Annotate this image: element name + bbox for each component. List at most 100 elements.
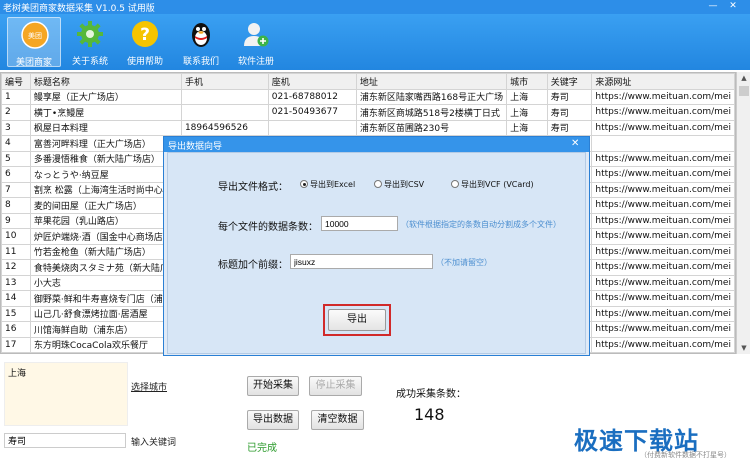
radio-vcf[interactable]: 导出到VCF (VCard) bbox=[451, 179, 534, 190]
table-cell: 021-68788012 bbox=[267, 88, 357, 105]
radio-vcf-label: 导出到VCF (VCard) bbox=[461, 180, 534, 189]
toolbar-contact[interactable]: 联系我们 bbox=[174, 17, 228, 67]
watermark-subtitle: （付费新软件数据不打星号） bbox=[640, 451, 731, 459]
toolbar-meituan-merchants[interactable]: 美团 美团商家 bbox=[7, 17, 61, 68]
table-cell: 食特美烧肉スタミナ苑（新大陆广场 bbox=[29, 259, 182, 276]
column-header[interactable]: 手机 bbox=[180, 73, 269, 90]
title-prefix-hint: （不加请留空） bbox=[436, 258, 492, 267]
table-cell: 苹果花园（乳山路店） bbox=[29, 212, 182, 229]
toolbar-label: 使用帮助 bbox=[126, 57, 163, 67]
scroll-down-icon[interactable]: ▼ bbox=[737, 342, 750, 354]
column-header[interactable]: 地址 bbox=[355, 73, 508, 90]
title-bar: 老树美团商家数据采集 V1.0.5 试用版 — ✕ bbox=[0, 0, 750, 14]
table-cell bbox=[267, 119, 357, 136]
table-row[interactable]: 2 横丁•烹鳗屋 021-50493677 浦东新区商城路518号2楼横丁日式 上海 寿司… bbox=[1, 104, 735, 121]
main-toolbar: 美团 美团商家 关于系统 ? 使用帮助 联系我们 软件注册 bbox=[0, 14, 750, 70]
radio-unselected-icon bbox=[451, 180, 459, 188]
status-text: 已完成 bbox=[247, 443, 277, 454]
close-button[interactable]: ✕ bbox=[726, 0, 740, 13]
title-prefix-input[interactable] bbox=[290, 254, 433, 269]
export-button-highlight: 导出 bbox=[323, 304, 391, 336]
table-cell: https://www.meituan.com/mei bbox=[591, 119, 735, 136]
scroll-thumb[interactable] bbox=[739, 86, 749, 96]
column-header[interactable]: 标题名称 bbox=[29, 73, 182, 90]
dialog-title: 导出数据向导 bbox=[168, 142, 223, 152]
table-cell: 4 bbox=[1, 135, 31, 152]
column-header[interactable]: 座机 bbox=[267, 73, 357, 90]
table-cell: https://www.meituan.com/mei bbox=[591, 181, 735, 198]
qq-penguin-icon bbox=[192, 23, 210, 47]
table-cell: なっとうや·纳豆屋 bbox=[29, 166, 182, 183]
table-cell: 东方明珠CocaCola欢乐餐厅 bbox=[29, 336, 182, 353]
stop-collect-button[interactable]: 停止采集 bbox=[309, 376, 362, 396]
per-file-count-input[interactable] bbox=[321, 216, 398, 231]
dialog-body: 导出文件格式： 导出到Excel 导出到CSV 导出到VCF (VCard) 每… bbox=[167, 152, 586, 354]
table-cell: 寿司 bbox=[546, 104, 593, 121]
title-prefix-label: 标题加个前缀： bbox=[218, 260, 288, 271]
start-collect-button[interactable]: 开始采集 bbox=[247, 376, 299, 396]
table-cell bbox=[180, 88, 269, 105]
radio-csv-label: 导出到CSV bbox=[384, 180, 425, 189]
table-cell: 浦东新区商城路518号2楼横丁日式 bbox=[355, 104, 508, 121]
table-cell: 12 bbox=[1, 259, 31, 276]
radio-csv[interactable]: 导出到CSV bbox=[374, 179, 424, 190]
table-cell: 横丁•烹鳗屋 bbox=[29, 104, 182, 121]
meituan-logo-icon: 美团 bbox=[21, 21, 49, 49]
table-cell: 3 bbox=[1, 119, 31, 136]
scroll-up-icon[interactable]: ▲ bbox=[737, 72, 750, 84]
table-cell: 18964596526 bbox=[180, 119, 269, 136]
export-data-button[interactable]: 导出数据 bbox=[247, 410, 299, 430]
select-city-link[interactable]: 选择城市 bbox=[131, 380, 167, 393]
table-cell: 15 bbox=[1, 305, 31, 322]
vertical-scrollbar[interactable]: ▲ ▼ bbox=[736, 72, 750, 354]
table-cell bbox=[180, 104, 269, 121]
keyword-input[interactable] bbox=[4, 433, 126, 448]
toolbar-about-system[interactable]: 关于系统 bbox=[63, 17, 117, 67]
table-cell: 寿司 bbox=[546, 119, 593, 136]
table-cell: https://www.meituan.com/mei bbox=[591, 150, 735, 167]
clear-data-button[interactable]: 清空数据 bbox=[311, 410, 364, 430]
column-header[interactable]: 编号 bbox=[1, 73, 31, 90]
svg-text:美团: 美团 bbox=[28, 31, 42, 40]
table-cell: 浦东新区陆家嘴西路168号正大广场 bbox=[355, 88, 508, 105]
toolbar-label: 关于系统 bbox=[71, 57, 108, 67]
column-header[interactable]: 来源网址 bbox=[591, 73, 735, 90]
table-row[interactable]: 1 鳗享屋（正大广场店） 021-68788012 浦东新区陆家嘴西路168号正大广场… bbox=[1, 88, 735, 105]
toolbar-register[interactable]: 软件注册 bbox=[229, 17, 283, 67]
table-cell: https://www.meituan.com/mei bbox=[591, 305, 735, 322]
radio-excel[interactable]: 导出到Excel bbox=[300, 179, 355, 190]
table-cell: 多番漫悟稚食（新大陆广场店） bbox=[29, 150, 182, 167]
dialog-export-button[interactable]: 导出 bbox=[328, 309, 386, 331]
selected-city: 上海 bbox=[8, 369, 27, 379]
table-cell bbox=[591, 135, 735, 152]
table-cell: 川馆海鲜自助（浦东店） bbox=[29, 321, 182, 338]
table-cell: 11 bbox=[1, 243, 31, 260]
toolbar-label: 美团商家 bbox=[15, 58, 52, 68]
table-cell: 10 bbox=[1, 228, 31, 245]
city-list[interactable]: 上海 bbox=[4, 362, 128, 426]
table-cell: 五月罗马海鲜自助餐厅（陆家嘴店 bbox=[29, 352, 182, 353]
table-cell: 竹若金枪鱼（新大陆广场店） bbox=[29, 243, 182, 260]
table-cell: 山己几·舒食漂烤拉面·居酒屋 bbox=[29, 305, 182, 322]
window-title: 老树美团商家数据采集 V1.0.5 试用版 bbox=[3, 4, 155, 14]
dialog-title-bar: 导出数据向导 ✕ bbox=[164, 137, 589, 152]
column-header[interactable]: 关键字 bbox=[546, 73, 593, 90]
table-cell: 16 bbox=[1, 321, 31, 338]
toolbar-label: 软件注册 bbox=[237, 57, 274, 67]
table-cell: 炉匠炉端烧·酒（国金中心商场店） bbox=[29, 228, 182, 245]
table-cell: https://www.meituan.com/mei bbox=[591, 212, 735, 229]
table-header-row: 编号 标题名称 手机 座机 地址 城市 关键字 来源网址 bbox=[1, 73, 735, 90]
table-row[interactable]: 3 枫屋日本料理 18964596526 浦东新区苗圃路230号 上海 寿司 https:/… bbox=[1, 119, 735, 136]
export-wizard-dialog: 导出数据向导 ✕ 导出文件格式： 导出到Excel 导出到CSV 导出到VCF … bbox=[163, 136, 590, 356]
table-cell: 5 bbox=[1, 150, 31, 167]
dialog-close-icon[interactable]: ✕ bbox=[571, 138, 579, 149]
table-cell: https://www.meituan.com/mei bbox=[591, 274, 735, 291]
column-header[interactable]: 城市 bbox=[506, 73, 548, 90]
toolbar-help[interactable]: ? 使用帮助 bbox=[118, 17, 172, 67]
table-cell: https://www.meituan.com/mei bbox=[591, 166, 735, 183]
minimize-button[interactable]: — bbox=[706, 0, 720, 13]
keyword-label: 输入关键词 bbox=[131, 438, 177, 448]
table-cell: 6 bbox=[1, 166, 31, 183]
question-icon: ? bbox=[132, 21, 158, 47]
table-cell: 割烹 松露（上海湾生活时尚中心 bbox=[29, 181, 182, 198]
